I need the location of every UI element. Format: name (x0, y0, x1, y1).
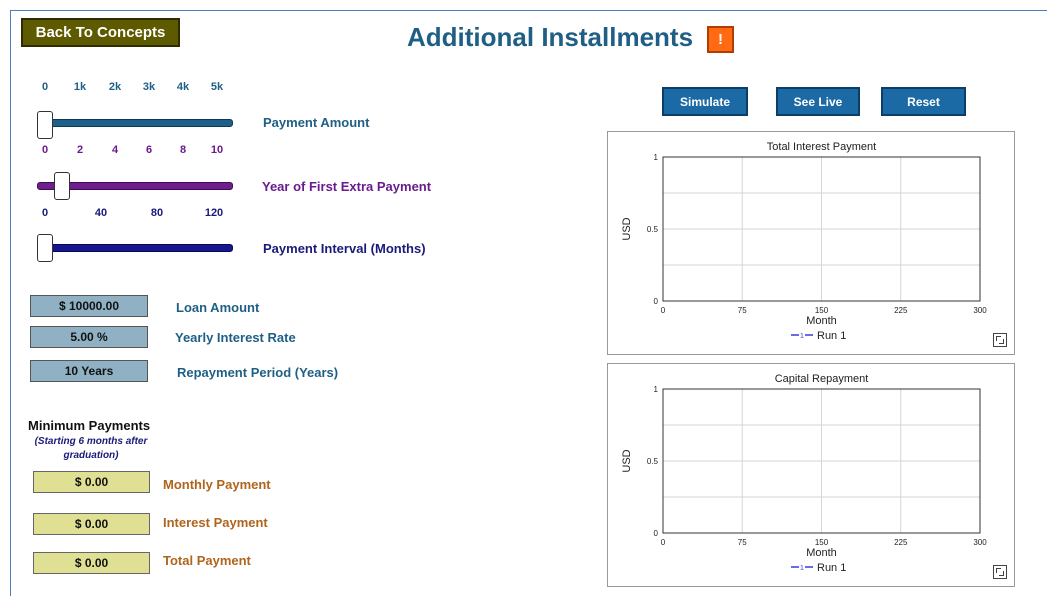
x-axis-label: Month (806, 547, 837, 559)
payment-interval-slider[interactable] (37, 244, 233, 252)
payment-amount-ticks: 0 1k 2k 3k 4k 5k (0, 81, 240, 95)
see-live-button[interactable]: See Live (776, 87, 860, 116)
x-tick-label: 150 (815, 538, 829, 547)
repayment-period-label: Repayment Period (Years) (177, 365, 339, 380)
tick-label: 2 (76, 144, 84, 156)
x-tick-label: 75 (738, 306, 747, 315)
y-tick-label: 0 (654, 297, 659, 306)
chart-title: Capital Repayment (775, 373, 869, 385)
tick-label: 0 (41, 81, 49, 93)
interest-payment-value: $ 0.00 (33, 513, 150, 535)
payment-amount-slider-thumb[interactable] (37, 111, 53, 139)
expand-icon[interactable] (993, 565, 1007, 579)
payment-amount-slider[interactable] (37, 119, 233, 127)
x-tick-label: 150 (815, 306, 829, 315)
tick-label: 0 (41, 144, 49, 156)
x-tick-label: 225 (894, 306, 908, 315)
simulate-button[interactable]: Simulate (662, 87, 748, 116)
x-tick-label: 0 (661, 538, 666, 547)
y-axis-label: USD (621, 217, 633, 240)
total-interest-chart: Total Interest Payment 0 75 150 225 300 0 0.5 1 M… (607, 131, 1015, 355)
monthly-payment-value: $ 0.00 (33, 471, 150, 493)
interest-payment-label: Interest Payment (163, 515, 268, 530)
minimum-payments-title: Minimum Payments (28, 418, 151, 433)
y-tick-label: 0.5 (647, 457, 659, 466)
y-axis-label: USD (621, 449, 633, 472)
capital-repayment-chart-svg: Capital Repayment0 75 150 225 30000.51MonthU… (621, 373, 987, 574)
tick-label: 3k (142, 81, 156, 93)
total-interest-chart-svg: Total Interest Payment0 75 150 225 30000.51M… (621, 141, 987, 342)
tick-label: 80 (150, 207, 164, 219)
first-extra-year-label: Year of First Extra Payment (262, 179, 432, 194)
tick-label: 1k (73, 81, 87, 93)
payment-amount-label: Payment Amount (263, 115, 370, 130)
x-tick-label: 75 (738, 538, 747, 547)
interest-rate-label: Yearly Interest Rate (175, 330, 296, 345)
x-tick-label: 0 (661, 306, 666, 315)
reset-button[interactable]: Reset (881, 87, 966, 116)
first-extra-year-ticks: 0 2 4 6 8 10 (0, 144, 240, 158)
x-tick-label: 300 (973, 306, 987, 315)
first-extra-year-slider-thumb[interactable] (54, 172, 71, 200)
tick-label: 4 (111, 144, 119, 156)
page-title: Additional Installments (407, 22, 694, 52)
minimum-payments-subtitle: (Starting 6 months after graduation) (34, 436, 148, 461)
legend-label: Run 1 (817, 562, 846, 574)
tick-label: 40 (94, 207, 108, 219)
loan-amount-field[interactable]: $ 10000.00 (30, 295, 148, 317)
expand-icon[interactable] (993, 333, 1007, 347)
repayment-period-field[interactable]: 10 Years (30, 360, 148, 382)
y-tick-label: 0.5 (647, 225, 659, 234)
tick-label: 8 (179, 144, 187, 156)
legend-label: Run 1 (817, 330, 846, 342)
legend-marker: 1 (800, 333, 804, 340)
chart-title: Total Interest Payment (767, 141, 876, 153)
x-tick-label: 225 (894, 538, 908, 547)
tick-label: 120 (204, 207, 224, 219)
tick-label: 5k (210, 81, 224, 93)
payment-interval-label: Payment Interval (Months) (263, 241, 426, 256)
y-tick-label: 1 (654, 385, 659, 394)
x-tick-label: 300 (973, 538, 987, 547)
tick-label: 0 (41, 207, 49, 219)
total-payment-label: Total Payment (163, 553, 251, 568)
monthly-payment-label: Monthly Payment (163, 477, 271, 492)
tick-label: 6 (145, 144, 153, 156)
y-tick-label: 0 (654, 529, 659, 538)
tick-label: 2k (108, 81, 122, 93)
legend-marker: 1 (800, 565, 804, 572)
back-to-concepts-button[interactable]: Back To Concepts (21, 18, 180, 47)
total-payment-value: $ 0.00 (33, 552, 150, 574)
alert-button[interactable]: ! (707, 26, 734, 53)
capital-repayment-chart: Capital Repayment 0 75 150 225 300 0 0.5 1 Month U… (607, 363, 1015, 587)
payment-interval-ticks: 0 40 80 120 (0, 207, 240, 221)
interest-rate-field[interactable]: 5.00 % (30, 326, 148, 348)
payment-interval-slider-thumb[interactable] (37, 234, 53, 262)
tick-label: 10 (210, 144, 224, 156)
x-axis-label: Month (806, 315, 837, 327)
loan-amount-label: Loan Amount (176, 300, 260, 315)
tick-label: 4k (176, 81, 190, 93)
y-tick-label: 1 (654, 153, 659, 162)
